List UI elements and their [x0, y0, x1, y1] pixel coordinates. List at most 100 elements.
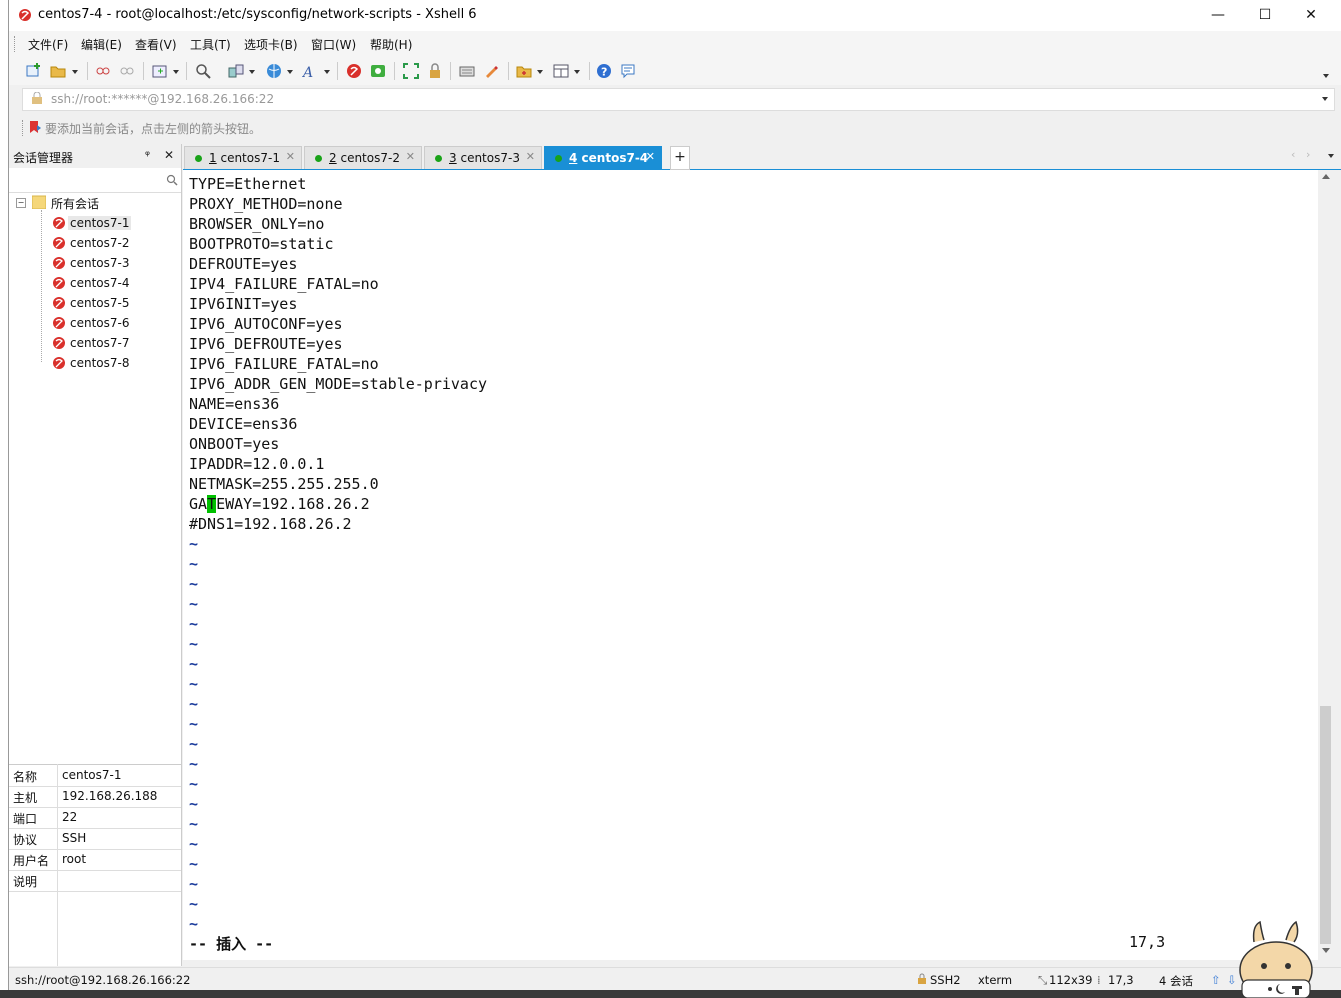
empty-line-marker: ~ — [189, 835, 199, 853]
upload-arrow-icon[interactable]: ⇧ — [1211, 973, 1221, 987]
cursor-position-icon: ⁞ — [1097, 973, 1101, 987]
address-input[interactable]: ssh://root:******@192.168.26.166:22 — [51, 92, 274, 106]
tab-close-icon[interactable]: ✕ — [406, 150, 415, 163]
hint-text: 要添加当前会话，点击左侧的箭头按钮。 — [45, 122, 262, 136]
address-dropdown-icon[interactable] — [1322, 97, 1328, 101]
menu-window[interactable]: 窗口(W) — [311, 36, 356, 53]
session-folder-dropdown-icon[interactable] — [537, 70, 543, 74]
terminal-scrollbar[interactable] — [1318, 170, 1334, 960]
hint-bar: 要添加当前会话，点击左侧的箭头按钮。 — [9, 113, 1341, 141]
session-item-centos7-5[interactable]: centos7-5 — [47, 294, 167, 312]
font-dropdown-icon[interactable] — [324, 70, 330, 74]
property-row: 协议 SSH — [9, 828, 181, 850]
connect-icon[interactable] — [95, 63, 111, 79]
menu-file[interactable]: 文件(F) — [28, 36, 68, 53]
open-dropdown-icon[interactable] — [72, 70, 78, 74]
add-session-arrow-icon[interactable] — [28, 120, 42, 134]
session-item-centos7-3[interactable]: centos7-3 — [47, 254, 167, 272]
session-label: centos7-5 — [70, 296, 130, 310]
tab-centos7-4[interactable]: 4 centos7-4 ✕ — [544, 146, 662, 169]
tab-close-icon[interactable]: ✕ — [526, 150, 535, 163]
empty-line-marker: ~ — [189, 615, 199, 633]
minimize-button[interactable]: — — [1195, 0, 1241, 31]
session-item-centos7-2[interactable]: centos7-2 — [47, 234, 167, 252]
terminal-line: BOOTPROTO=static — [189, 235, 334, 253]
open-folder-icon[interactable] — [50, 63, 66, 79]
toolbar-overflow-icon[interactable] — [1323, 74, 1329, 78]
pin-icon[interactable]: ᵠ — [145, 148, 150, 162]
close-panel-button[interactable]: ✕ — [164, 148, 174, 162]
menu-view[interactable]: 查看(V) — [135, 36, 177, 53]
globe-dropdown-icon[interactable] — [287, 70, 293, 74]
tree-root-all-sessions[interactable]: 所有会话 — [51, 195, 99, 212]
session-folder-icon[interactable] — [516, 63, 532, 79]
terminal-line: BROWSER_ONLY=no — [189, 215, 325, 233]
tab-scroll-left-icon[interactable]: ‹ — [1291, 148, 1295, 161]
session-label: centos7-3 — [70, 256, 130, 270]
tab-centos7-1[interactable]: 1 centos7-1 ✕ — [184, 146, 302, 169]
keyboard-icon[interactable] — [459, 63, 475, 79]
tree-collapse-icon[interactable]: − — [16, 198, 26, 208]
maximize-button[interactable]: ☐ — [1242, 0, 1288, 31]
help-icon[interactable]: ? — [596, 63, 612, 79]
session-item-centos7-6[interactable]: centos7-6 — [47, 314, 167, 332]
terminal-area[interactable]: TYPE=Ethernet PROXY_METHOD=none BROWSER_… — [183, 170, 1318, 960]
menu-tabs[interactable]: 选项卡(B) — [244, 36, 298, 53]
highlight-icon[interactable] — [483, 63, 499, 79]
tab-close-icon[interactable]: ✕ — [646, 150, 655, 163]
session-item-centos7-8[interactable]: centos7-8 — [47, 354, 167, 372]
lock-icon — [32, 92, 42, 104]
add-tab-button[interactable]: + — [670, 146, 690, 170]
property-row: 端口 22 — [9, 807, 181, 829]
session-item-centos7-7[interactable]: centos7-7 — [47, 334, 167, 352]
new-session-icon[interactable] — [25, 63, 41, 79]
session-item-centos7-4[interactable]: centos7-4 — [47, 274, 167, 292]
transfer-dropdown-icon[interactable] — [249, 70, 255, 74]
address-bar[interactable]: ssh://root:******@192.168.26.166:22 — [22, 88, 1335, 111]
tab-scroll-right-icon[interactable]: › — [1306, 148, 1310, 161]
transfer-icon[interactable] — [228, 63, 244, 79]
toolbar-separator — [450, 62, 451, 80]
tab-list-dropdown-icon[interactable] — [1328, 154, 1334, 158]
disconnect-icon[interactable] — [119, 63, 135, 79]
empty-line-marker: ~ — [189, 895, 199, 913]
scroll-down-icon[interactable] — [1322, 948, 1330, 953]
layout-dropdown-icon[interactable] — [574, 70, 580, 74]
vim-mode-indicator: -- 插入 -- — [189, 935, 274, 953]
xftp-icon[interactable] — [370, 63, 386, 79]
fullscreen-icon[interactable] — [403, 63, 419, 79]
svg-text:A: A — [302, 65, 313, 79]
menu-edit[interactable]: 编辑(E) — [81, 36, 122, 53]
window-title: centos7-4 - root@localhost:/etc/sysconfi… — [38, 7, 477, 22]
empty-line-marker: ~ — [189, 855, 199, 873]
session-label: centos7-4 — [70, 276, 130, 290]
lock-icon[interactable] — [427, 63, 443, 79]
tab-close-icon[interactable]: ✕ — [286, 150, 295, 163]
new-tab-icon[interactable] — [152, 63, 168, 79]
menu-tools[interactable]: 工具(T) — [190, 36, 231, 53]
session-label: centos7-2 — [70, 236, 130, 250]
scrollbar-thumb[interactable] — [1320, 706, 1331, 944]
globe-icon[interactable] — [266, 63, 282, 79]
empty-line-marker: ~ — [189, 695, 199, 713]
scroll-up-icon[interactable] — [1322, 174, 1330, 179]
menu-help[interactable]: 帮助(H) — [370, 36, 412, 53]
tab-centos7-3[interactable]: 3 centos7-3 ✕ — [424, 146, 542, 169]
search-icon[interactable] — [166, 174, 178, 186]
search-icon[interactable] — [195, 63, 211, 79]
toolbar-separator — [143, 62, 144, 80]
tab-centos7-2[interactable]: 2 centos7-2 ✕ — [304, 146, 422, 169]
layout-icon[interactable] — [553, 63, 569, 79]
font-icon[interactable]: A — [302, 63, 318, 79]
xshell-icon[interactable] — [346, 63, 362, 79]
title-bar[interactable]: centos7-4 - root@localhost:/etc/sysconfi… — [9, 0, 1341, 31]
property-row: 用户名 root — [9, 849, 181, 871]
session-item-centos7-1[interactable]: centos7-1 — [47, 214, 167, 232]
terminal-line: PROXY_METHOD=none — [189, 195, 343, 213]
close-window-button[interactable]: ✕ — [1288, 0, 1334, 31]
new-tab-dropdown-icon[interactable] — [173, 70, 179, 74]
session-search-input[interactable] — [9, 170, 181, 193]
empty-line-marker: ~ — [189, 555, 199, 573]
chat-icon[interactable] — [620, 63, 636, 79]
connected-status-icon — [195, 155, 202, 162]
